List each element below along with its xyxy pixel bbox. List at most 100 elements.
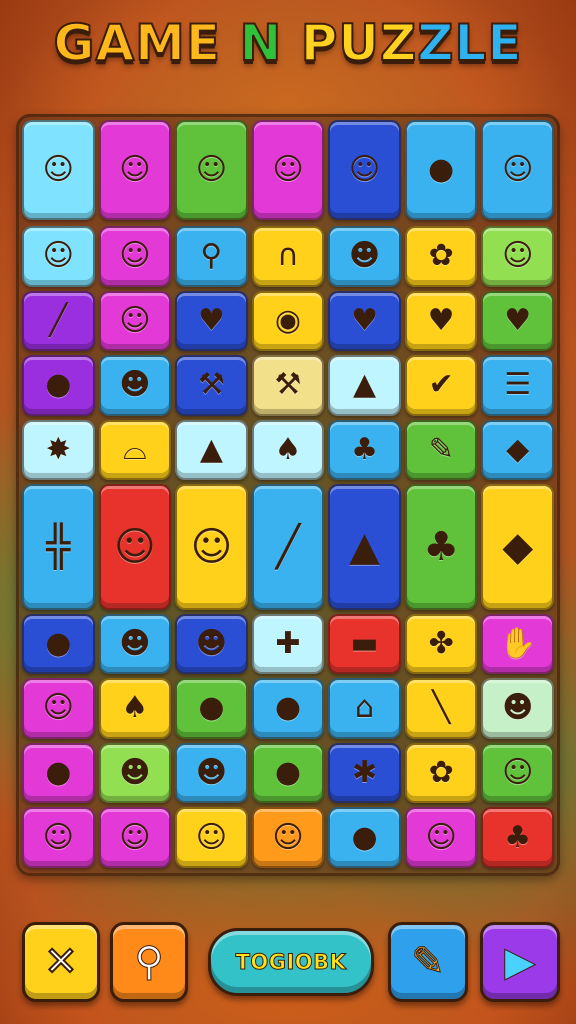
- game-title: GAME N PUZZLE: [0, 13, 576, 73]
- game-tile[interactable]: ♣: [481, 807, 554, 868]
- wooden-bridge-icon: ╬: [46, 523, 71, 570]
- game-tile[interactable]: ☺: [481, 226, 554, 287]
- hat-face-icon: ☺: [119, 152, 151, 187]
- game-tile[interactable]: ☻: [481, 678, 554, 739]
- game-tile[interactable]: ☺: [251, 807, 325, 868]
- pencil-button[interactable]: ✎: [388, 922, 468, 1002]
- slime-icon: ☻: [119, 367, 151, 403]
- hammer-icon: ⚒: [274, 367, 302, 403]
- smiley-icon: ☺: [502, 755, 534, 791]
- game-tile[interactable]: ●: [22, 355, 95, 416]
- game-tile[interactable]: ☺: [175, 484, 248, 610]
- game-tile[interactable]: ☺: [175, 120, 248, 220]
- drop-icon: ◆: [506, 432, 530, 468]
- game-tile[interactable]: ♥: [328, 290, 401, 352]
- bush-icon: ✿: [428, 238, 454, 274]
- play-button[interactable]: ▶: [480, 922, 560, 1002]
- game-tile[interactable]: ✱: [328, 742, 401, 804]
- game-tile[interactable]: ♥: [481, 290, 554, 352]
- game-tile[interactable]: ●: [251, 678, 325, 739]
- bottom-toolbar: ✕ ⚲ TOGIOBK ✎ ▶: [0, 910, 576, 1024]
- game-tile[interactable]: ☻: [98, 613, 172, 675]
- game-tile[interactable]: ☺: [22, 120, 95, 220]
- game-tile[interactable]: ♣: [404, 484, 478, 610]
- game-tile[interactable]: ●: [175, 678, 248, 739]
- game-tile[interactable]: ▬: [328, 613, 401, 675]
- fern-icon: ✤: [428, 625, 454, 661]
- game-tile[interactable]: ☻: [175, 613, 248, 675]
- game-tile[interactable]: ✚: [251, 613, 325, 675]
- game-tile[interactable]: ╲: [404, 678, 478, 739]
- game-tile[interactable]: ✎: [404, 419, 478, 481]
- game-tile[interactable]: ☺: [481, 120, 554, 220]
- game-tile[interactable]: ☺: [175, 807, 248, 868]
- apple-icon: ♥: [427, 302, 455, 338]
- game-tile[interactable]: ☺: [328, 120, 401, 220]
- game-tile[interactable]: ☻: [328, 226, 401, 287]
- game-tile[interactable]: ☺: [98, 807, 172, 868]
- game-tile[interactable]: ♣: [328, 419, 401, 481]
- star-splat-icon: ✸: [45, 432, 71, 468]
- game-tile[interactable]: ╱: [251, 484, 325, 610]
- game-tile[interactable]: ♥: [404, 290, 478, 352]
- game-tile[interactable]: ☺: [22, 807, 95, 868]
- game-tile[interactable]: ∩: [251, 226, 325, 287]
- game-tile[interactable]: ●: [251, 742, 325, 804]
- lemon-icon: ☻: [119, 755, 151, 791]
- game-tile[interactable]: ☺: [22, 226, 95, 287]
- game-tile[interactable]: ⚲: [175, 226, 248, 287]
- game-tile[interactable]: ☻: [98, 742, 172, 804]
- game-tile[interactable]: ☻: [175, 742, 248, 804]
- game-tile[interactable]: ▲: [328, 355, 401, 416]
- game-tile[interactable]: ╱: [22, 290, 95, 352]
- pencil-icon: ✎: [411, 939, 446, 985]
- game-tile[interactable]: ☺: [481, 742, 554, 804]
- orange-face-icon: ☻: [195, 625, 228, 661]
- game-tile[interactable]: ✔: [404, 355, 478, 416]
- game-tile[interactable]: ♥: [175, 290, 248, 352]
- cross-leaf-icon: ✚: [275, 625, 301, 661]
- broom-icon: ✱: [351, 755, 378, 791]
- close-button[interactable]: ✕: [22, 922, 100, 1002]
- hat-face-icon: ☺: [42, 238, 74, 274]
- game-tile[interactable]: ☺: [98, 226, 172, 287]
- game-tile[interactable]: ✿: [404, 742, 478, 804]
- hint-button[interactable]: ⚲: [110, 922, 188, 1002]
- game-tile[interactable]: ☻: [98, 355, 172, 416]
- game-tile[interactable]: ●: [328, 807, 401, 868]
- game-tile[interactable]: ♠: [98, 678, 172, 739]
- hammer-icon: ⚒: [197, 367, 225, 403]
- game-tile[interactable]: ╬: [22, 484, 95, 610]
- game-tile[interactable]: ☺: [98, 290, 172, 352]
- toggle-button[interactable]: TOGIOBK: [208, 928, 374, 996]
- game-tile[interactable]: ◆: [481, 419, 554, 481]
- game-tile[interactable]: ●: [404, 120, 478, 220]
- clipboard-icon: ☰: [504, 367, 532, 403]
- game-tile[interactable]: ⚒: [175, 355, 248, 416]
- title-part-4: ZLE: [416, 13, 523, 73]
- game-tile[interactable]: ◆: [481, 484, 554, 610]
- game-tile[interactable]: ●: [22, 613, 95, 675]
- game-tile[interactable]: ⌂: [328, 678, 401, 739]
- hat-face-icon: ☺: [114, 523, 156, 570]
- game-tile[interactable]: ☰: [481, 355, 554, 416]
- game-tile[interactable]: ☺: [404, 807, 478, 868]
- game-tile[interactable]: ♠: [251, 419, 325, 481]
- game-tile[interactable]: ⚒: [251, 355, 325, 416]
- game-tile[interactable]: ●: [22, 742, 95, 804]
- game-tile[interactable]: ◉: [251, 290, 325, 352]
- game-tile[interactable]: ☺: [22, 678, 95, 739]
- hat-face-icon: ☺: [348, 152, 381, 187]
- game-tile[interactable]: ✿: [404, 226, 478, 287]
- game-tile[interactable]: ☺: [98, 484, 172, 610]
- pig-icon: ☻: [195, 755, 228, 791]
- game-tile[interactable]: ☺: [98, 120, 172, 220]
- game-tile[interactable]: ▲: [328, 484, 401, 610]
- game-tile[interactable]: ✋: [481, 613, 554, 675]
- heart-icon: ♥: [504, 302, 532, 338]
- game-tile[interactable]: ⌓: [98, 419, 172, 481]
- game-tile[interactable]: ▲: [175, 419, 248, 481]
- game-tile[interactable]: ✸: [22, 419, 95, 481]
- game-tile[interactable]: ✤: [404, 613, 478, 675]
- game-tile[interactable]: ☺: [251, 120, 325, 220]
